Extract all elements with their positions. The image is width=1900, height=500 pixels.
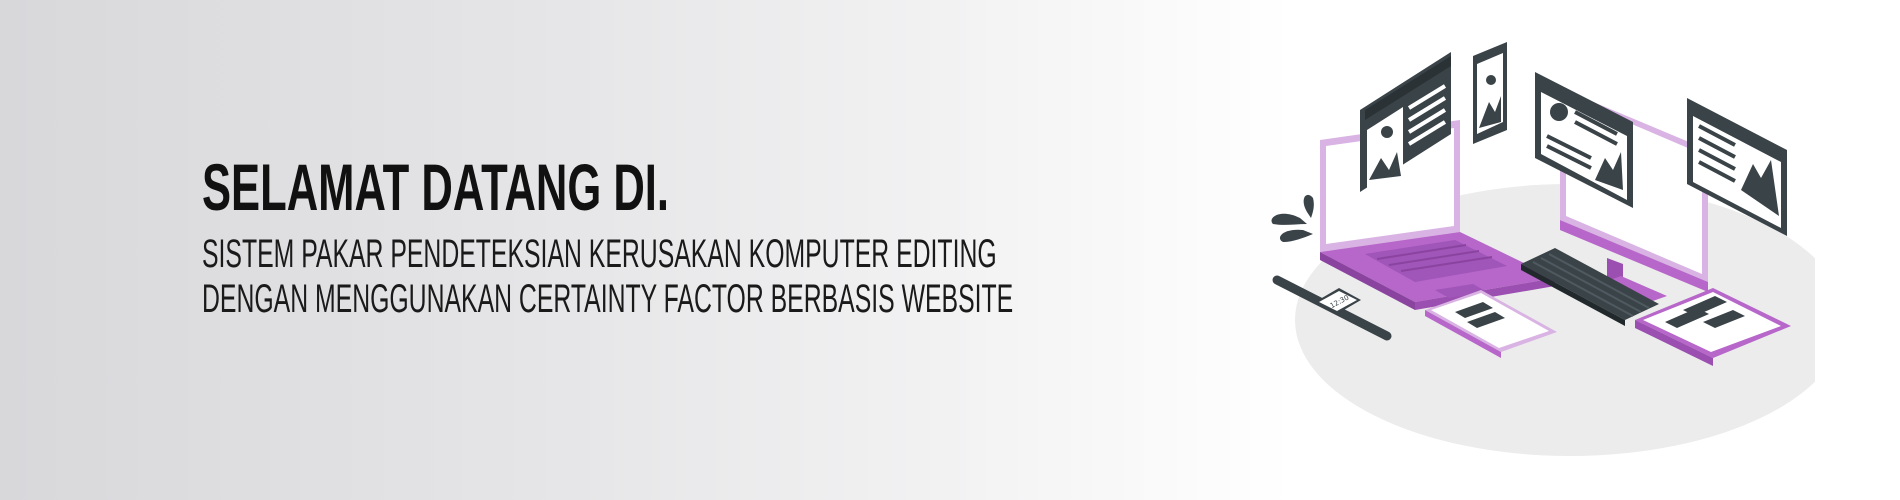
phone-icon <box>1473 42 1507 144</box>
subtitle-line-2: DENGAN MENGGUNAKAN CERTAINTY FACTOR BERB… <box>202 277 1014 321</box>
hero-banner: SELAMAT DATANG DI. SISTEM PAKAR PENDETEK… <box>0 0 1900 500</box>
devices-illustration: 12:30 <box>1271 42 1815 456</box>
page-title: SELAMAT DATANG DI. <box>202 150 670 224</box>
subtitle-line-1: SISTEM PAKAR PENDETEKSIAN KERUSAKAN KOMP… <box>202 232 997 276</box>
plant-icon <box>1271 194 1314 242</box>
